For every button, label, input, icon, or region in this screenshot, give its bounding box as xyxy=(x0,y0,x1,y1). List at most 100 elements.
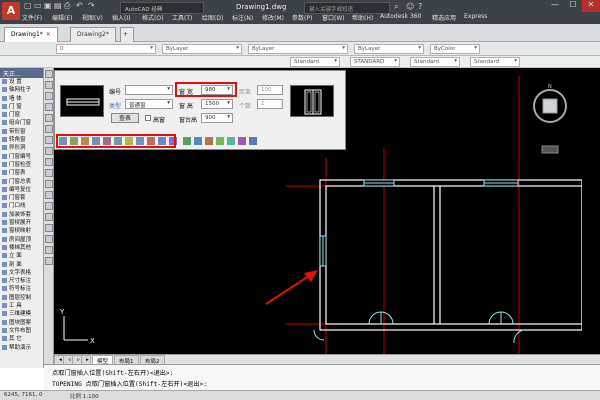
palette-item[interactable]: 门窗套 xyxy=(0,194,43,202)
palette-item[interactable]: 房间屋顶 xyxy=(0,236,43,244)
palette-item[interactable]: 帮助演示 xyxy=(0,344,43,352)
sill-height-input[interactable]: 900 ▾ xyxy=(201,113,233,123)
plotstyle-dropdown[interactable]: ByColor ▾ xyxy=(430,44,480,54)
type-dropdown[interactable]: 普通窗 ▾ xyxy=(125,99,173,109)
palette-item[interactable]: 组合门窗 xyxy=(0,119,43,127)
menu-autodesk360[interactable]: Autodesk 360 xyxy=(380,13,421,20)
menu-dimension[interactable]: 标注(N) xyxy=(232,13,253,22)
minimize-button[interactable]: — xyxy=(546,0,564,12)
palette-item[interactable]: 图层控制 xyxy=(0,294,43,302)
scale-readout[interactable]: 比例 1:100 xyxy=(70,392,99,400)
save-as-icon[interactable]: ▤ xyxy=(54,1,62,10)
make-block-tool-icon[interactable] xyxy=(45,191,53,199)
rectangle-tool-icon[interactable] xyxy=(45,114,53,122)
menu-parametric[interactable]: 参数(P) xyxy=(292,13,312,22)
polyline-tool-icon[interactable] xyxy=(45,92,53,100)
revision-cloud-tool-icon[interactable] xyxy=(45,147,53,155)
menu-draw[interactable]: 绘图(D) xyxy=(202,13,223,22)
palette-item[interactable]: 窗棂映射 xyxy=(0,227,43,235)
ellipse-tool-icon[interactable] xyxy=(45,169,53,177)
hatch-tool-icon[interactable] xyxy=(45,213,53,221)
sub-mother-door-icon[interactable] xyxy=(216,137,224,145)
menu-featured-apps[interactable]: 精选应用 xyxy=(432,13,456,22)
tab-drawing2[interactable]: Drawing2* xyxy=(70,27,116,42)
palette-item[interactable]: 门口线 xyxy=(0,202,43,210)
palette-item[interactable]: 异形洞 xyxy=(0,144,43,152)
menu-window[interactable]: 窗口(W) xyxy=(322,13,345,22)
palette-item[interactable]: 门窗编号 xyxy=(0,153,43,161)
close-tab-icon[interactable]: ✕ xyxy=(46,31,51,38)
menu-modify[interactable]: 修改(M) xyxy=(262,13,284,22)
application-menu-button[interactable]: A xyxy=(2,2,20,20)
command-window[interactable]: 点取门窗插入位置(Shift-左右开)<退出>: TOPENING 点取门窗插入… xyxy=(44,364,600,390)
menu-view[interactable]: 视图(V) xyxy=(82,13,103,22)
palette-item[interactable]: 剖 面 xyxy=(0,261,43,269)
palette-item[interactable]: 墙 体 xyxy=(0,95,43,103)
navigation-bar[interactable] xyxy=(582,68,600,354)
plain-window-icon[interactable] xyxy=(194,137,202,145)
height-input[interactable]: 1500 ▾ xyxy=(201,99,233,109)
menu-edit[interactable]: 编辑(E) xyxy=(52,13,72,22)
number-input[interactable]: ▾ xyxy=(125,85,173,95)
palette-item[interactable]: 工 具 xyxy=(0,302,43,310)
binoculars-icon[interactable]: ⌕ xyxy=(394,2,398,12)
search-input[interactable]: 键入关键字或短语 xyxy=(304,2,390,14)
redo-icon[interactable]: ↷ xyxy=(88,1,95,10)
wcs-label[interactable] xyxy=(541,145,559,154)
palette-item[interactable]: 转角窗 xyxy=(0,136,43,144)
print-icon[interactable]: ⎙ xyxy=(64,1,70,11)
palette-item[interactable]: 尺寸标注 xyxy=(0,277,43,285)
palette-item[interactable]: 楼梯其他 xyxy=(0,244,43,252)
layer-dropdown[interactable]: 0 ▾ xyxy=(56,44,156,54)
gradient-tool-icon[interactable] xyxy=(45,224,53,232)
palette-item[interactable]: 门 窗 xyxy=(0,103,43,111)
arc-tool-icon[interactable] xyxy=(45,125,53,133)
palette-item[interactable]: 设 置 xyxy=(0,78,43,86)
palette-item[interactable]: 其 它 xyxy=(0,335,43,343)
bay-window-icon[interactable] xyxy=(238,137,246,145)
lookup-table-button[interactable]: 查表 xyxy=(111,113,139,123)
menu-help[interactable]: 帮助(H) xyxy=(352,13,373,22)
palette-item[interactable]: 文字表格 xyxy=(0,269,43,277)
point-tool-icon[interactable] xyxy=(45,202,53,210)
region-tool-icon[interactable] xyxy=(45,235,53,243)
arch-window-icon[interactable] xyxy=(227,137,235,145)
menu-insert[interactable]: 插入(I) xyxy=(112,13,130,22)
door-window-icon[interactable] xyxy=(205,137,213,145)
insert-block-tool-icon[interactable] xyxy=(45,180,53,188)
linetype-dropdown[interactable]: ByLayer ▾ xyxy=(248,44,348,54)
count-input[interactable]: 1 xyxy=(257,99,283,109)
line-tool-icon[interactable] xyxy=(45,70,53,78)
menu-express[interactable]: Express xyxy=(464,13,487,20)
palette-item[interactable]: 门窗总表 xyxy=(0,178,43,186)
table-tool-icon[interactable] xyxy=(45,246,53,254)
palette-item[interactable]: 轴网柱子 xyxy=(0,86,43,94)
new-file-icon[interactable]: ▢ xyxy=(24,1,32,10)
door-opening-icon[interactable] xyxy=(249,137,257,145)
plain-door-icon[interactable] xyxy=(183,137,191,145)
viewcube[interactable]: N xyxy=(533,84,567,123)
circle-tool-icon[interactable] xyxy=(45,136,53,144)
palette-item[interactable]: 加装饰套 xyxy=(0,211,43,219)
open-file-icon[interactable]: ▭ xyxy=(34,1,42,10)
palette-item[interactable]: 带形窗 xyxy=(0,128,43,136)
tab-drawing1[interactable]: Drawing1* ✕ xyxy=(4,27,58,42)
polygon-tool-icon[interactable] xyxy=(45,103,53,111)
undo-icon[interactable]: ↶ xyxy=(76,1,83,10)
window-plan-preview[interactable] xyxy=(60,85,104,117)
dim-style-dropdown[interactable]: STANDARD ▾ xyxy=(350,57,400,67)
palette-item[interactable]: 门窗表 xyxy=(0,169,43,177)
text-style-dropdown[interactable]: Standard ▾ xyxy=(290,57,340,67)
save-icon[interactable]: ▣ xyxy=(44,1,52,10)
close-button[interactable]: ✕ xyxy=(582,0,600,12)
palette-item[interactable]: 三维建模 xyxy=(0,310,43,318)
spline-tool-icon[interactable] xyxy=(45,158,53,166)
palette-item[interactable]: 文件布图 xyxy=(0,327,43,335)
palette-item[interactable]: 编号复位 xyxy=(0,186,43,194)
menu-format[interactable]: 格式(O) xyxy=(142,13,163,22)
maximize-button[interactable]: ☐ xyxy=(564,0,582,12)
mtext-tool-icon[interactable] xyxy=(45,257,53,265)
palette-item[interactable]: 门窗检查 xyxy=(0,161,43,169)
window-elevation-preview[interactable] xyxy=(290,85,334,117)
lineweight-dropdown[interactable]: ByLayer ▾ xyxy=(354,44,424,54)
